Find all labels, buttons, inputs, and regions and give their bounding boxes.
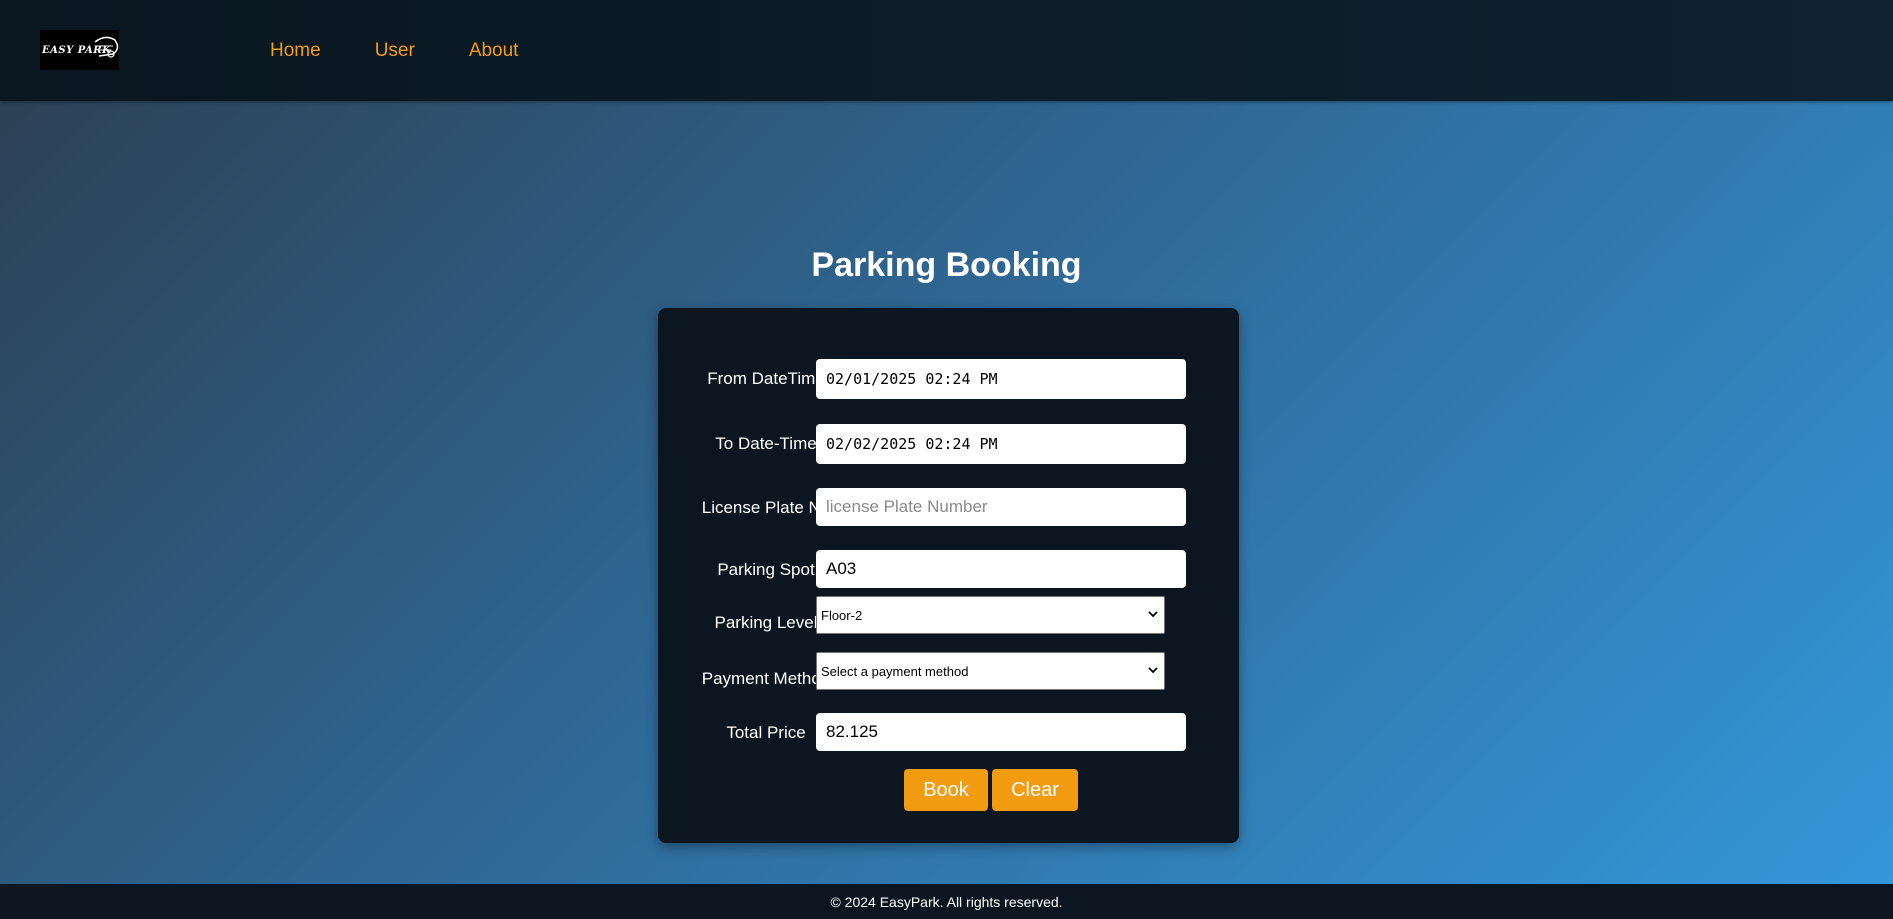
page-footer: © 2024 EasyPark. All rights reserved.: [0, 884, 1893, 919]
payment-method-selected: Select a payment method: [821, 663, 969, 679]
chevron-down-icon: [1148, 667, 1158, 674]
easypark-logo[interactable]: EASY PARK: [40, 30, 119, 70]
total-price-input[interactable]: [816, 713, 1186, 751]
car-logo-icon: [94, 36, 119, 58]
license-plate-input[interactable]: [816, 488, 1186, 526]
nav-home-link[interactable]: Home: [270, 40, 321, 62]
page-title: Parking Booking: [811, 246, 1082, 284]
from-datetime-input[interactable]: [816, 359, 1186, 399]
nav-user-link[interactable]: User: [375, 40, 415, 62]
parking-level-select[interactable]: Floor-2: [816, 596, 1165, 634]
book-button[interactable]: Book: [904, 769, 988, 811]
top-navbar: EASY PARK Home User About: [0, 0, 1893, 101]
parking-spot-input[interactable]: [816, 550, 1186, 588]
payment-method-select[interactable]: Select a payment method: [816, 652, 1165, 690]
main-nav: Home User About: [270, 0, 572, 101]
parking-level-selected: Floor-2: [821, 607, 863, 623]
nav-about-link[interactable]: About: [469, 40, 519, 62]
chevron-down-icon: [1148, 611, 1158, 618]
parking-booking-form: From DateTime To Date-Time License Plate…: [658, 308, 1239, 843]
to-datetime-input[interactable]: [816, 424, 1186, 464]
copyright-text: © 2024 EasyPark. All rights reserved.: [830, 893, 1063, 910]
clear-button[interactable]: Clear: [992, 769, 1078, 811]
